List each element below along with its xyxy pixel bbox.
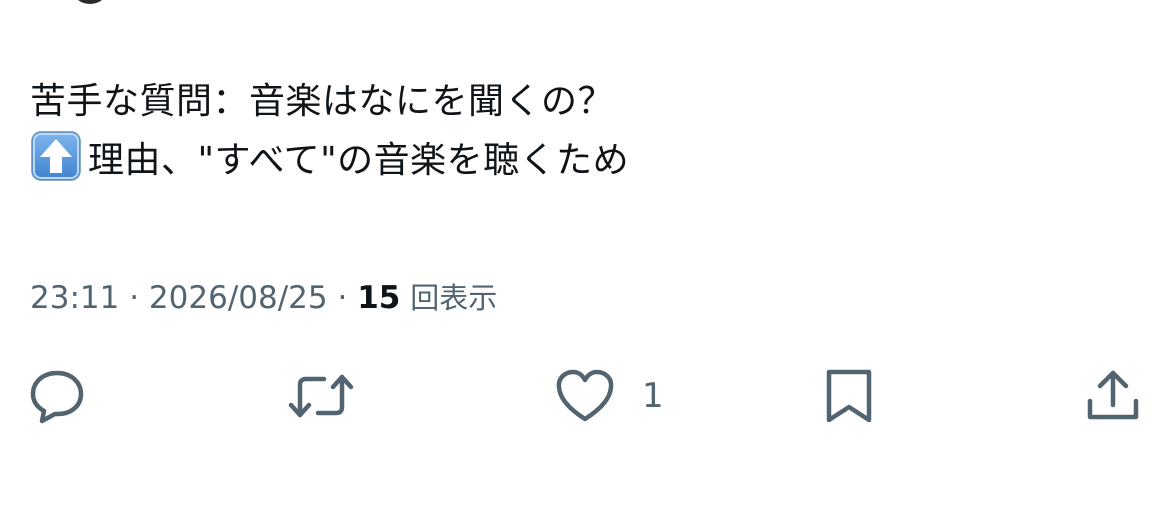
like-button[interactable]: 1 <box>554 366 664 426</box>
tweet-line-1: 苦手な質問：音楽はなにを聞くの？ <box>30 81 615 122</box>
tweet-date[interactable]: 2026/08/25 <box>149 280 328 316</box>
meta-separator: · <box>129 280 140 316</box>
share-icon <box>1084 367 1142 425</box>
tweet-text: 苦手な質問：音楽はなにを聞くの？ 理由、"すべて"の音楽を聴くため <box>30 74 1130 189</box>
share-button[interactable] <box>1084 366 1142 426</box>
views-count[interactable]: 15 <box>357 280 400 316</box>
views-label[interactable]: 回表示 <box>410 281 497 315</box>
up-arrow-emoji-icon <box>30 130 82 182</box>
bookmark-icon <box>822 367 876 425</box>
tweet-line-2: 理由、"すべて"の音楽を聴くため <box>30 130 1130 189</box>
avatar[interactable] <box>70 0 110 4</box>
bookmark-button[interactable] <box>822 366 876 426</box>
retweet-button[interactable] <box>286 366 356 426</box>
reply-icon <box>28 367 86 425</box>
retweet-icon <box>286 367 356 425</box>
like-count: 1 <box>642 376 664 416</box>
tweet-meta: 23:11 · 2026/08/25 · 15 回表示 <box>30 278 497 318</box>
heart-icon <box>554 367 616 425</box>
meta-separator: · <box>337 280 348 316</box>
tweet-time[interactable]: 23:11 <box>30 280 119 316</box>
tweet-line-2-text: 理由、"すべて"の音楽を聴くため <box>88 140 630 181</box>
reply-button[interactable] <box>28 366 86 426</box>
